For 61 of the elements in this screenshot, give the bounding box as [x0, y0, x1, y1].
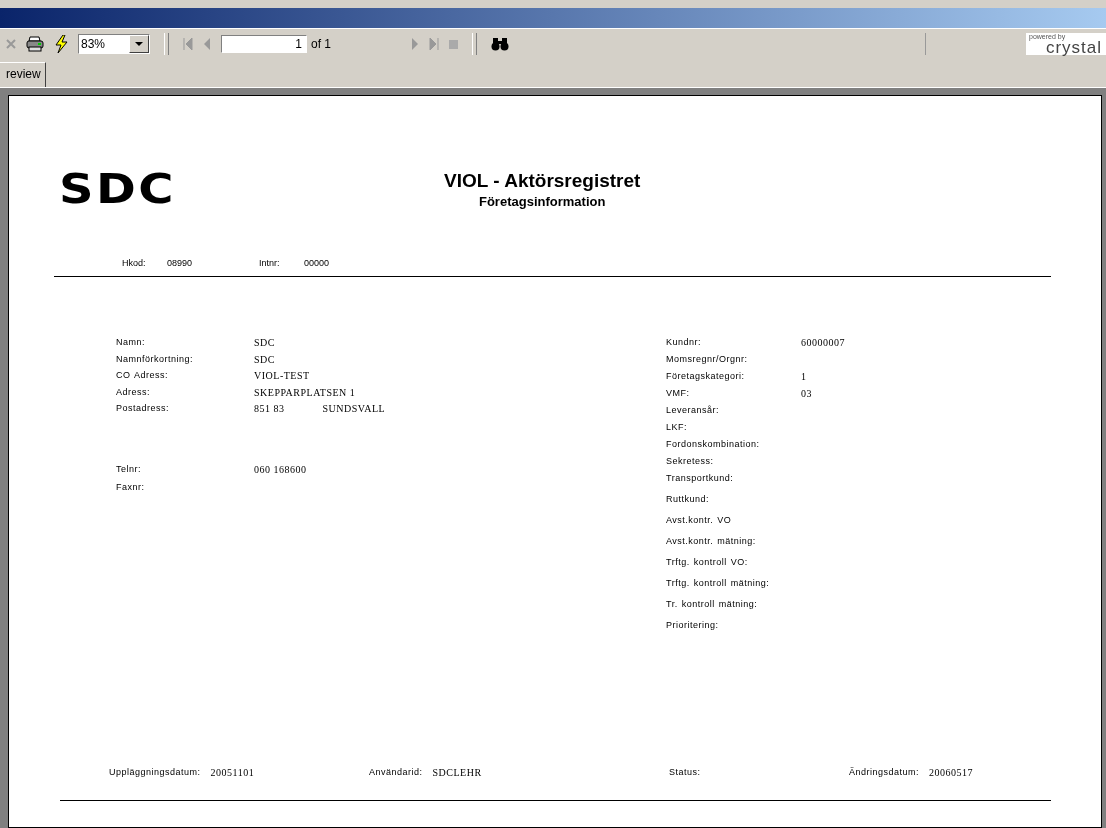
- field-value: 60000007: [801, 337, 845, 350]
- field-label: Uppläggningsdatum:: [109, 767, 201, 778]
- field-label: Användarid:: [369, 767, 423, 778]
- next-page-icon[interactable]: [411, 37, 419, 51]
- field-label: Avst.kontr. mätning:: [666, 536, 757, 548]
- field-value: SDC: [254, 337, 275, 350]
- field-value: 1: [801, 371, 807, 384]
- field-label: Adress:: [116, 386, 151, 399]
- field-label: Ändringsdatum:: [849, 767, 920, 778]
- field-value: 20051101: [210, 767, 255, 778]
- stop-icon[interactable]: [449, 39, 458, 49]
- field-label: Momsregnr/Orgnr:: [666, 354, 749, 366]
- field-label: Leveransår:: [666, 405, 721, 417]
- printer-icon[interactable]: [26, 36, 44, 52]
- field-value: SDCLEHR: [432, 767, 482, 778]
- report-title: VIOL - Aktörsregistret: [444, 169, 641, 192]
- field-label: Företagskategori:: [666, 371, 746, 383]
- field-label: Transportkund:: [666, 473, 735, 485]
- binoculars-icon[interactable]: [491, 37, 509, 51]
- field-label: Fordonskombination:: [666, 439, 761, 451]
- lightning-icon[interactable]: [54, 35, 68, 53]
- zoom-dropdown[interactable]: 83%: [78, 34, 150, 54]
- field-value: VIOL-TEST: [254, 370, 310, 383]
- field-value: SKEPPARPLATSEN 1: [254, 386, 356, 400]
- field-value: 08990: [167, 258, 194, 268]
- field-label: Tr. kontroll mätning:: [666, 599, 759, 611]
- field-label: Ruttkund:: [666, 494, 711, 506]
- close-icon[interactable]: [6, 38, 16, 50]
- field-label: Sekretess:: [666, 456, 715, 468]
- field-value: 00000: [304, 258, 331, 268]
- field-label: Prioritering:: [666, 620, 720, 632]
- previous-page-icon[interactable]: [203, 37, 211, 51]
- field-value: 851 83: [254, 403, 285, 416]
- page-number-field[interactable]: 1: [221, 35, 307, 53]
- preview-tab[interactable]: review: [0, 62, 46, 87]
- field-label: Intnr:: [259, 258, 281, 268]
- company-logo: SDC: [59, 166, 177, 212]
- last-page-icon[interactable]: [429, 37, 439, 51]
- field-value: SDC: [254, 353, 275, 367]
- field-label: Status:: [669, 767, 701, 778]
- field-label: Namn:: [116, 337, 146, 349]
- field-label: Trftg. kontroll VO:: [666, 557, 749, 569]
- page-count: of 1: [311, 37, 332, 51]
- field-label: Faxnr:: [116, 481, 146, 494]
- field-value: 20060517: [929, 767, 974, 778]
- field-value: 060 168600: [254, 463, 307, 477]
- field-label: Hkod:: [122, 258, 147, 268]
- field-label: Telnr:: [116, 463, 142, 476]
- field-label: Kundnr:: [666, 337, 703, 349]
- field-label: VMF:: [666, 388, 691, 400]
- field-label: Namnförkortning:: [116, 353, 195, 366]
- field-label: Trftg. kontroll mätning:: [666, 578, 771, 590]
- report-subtitle: Företagsinformation: [478, 193, 607, 209]
- field-value: SUNDSVALL: [322, 403, 386, 416]
- field-label: Avst.kontr. VO: [666, 515, 733, 527]
- field-label: CO Adress:: [116, 370, 169, 382]
- field-label: LKF:: [666, 422, 688, 434]
- field-value: 03: [801, 388, 812, 401]
- brand-name: crystal: [1045, 41, 1102, 55]
- first-page-icon[interactable]: [183, 37, 193, 51]
- field-label: Postadress:: [116, 403, 171, 415]
